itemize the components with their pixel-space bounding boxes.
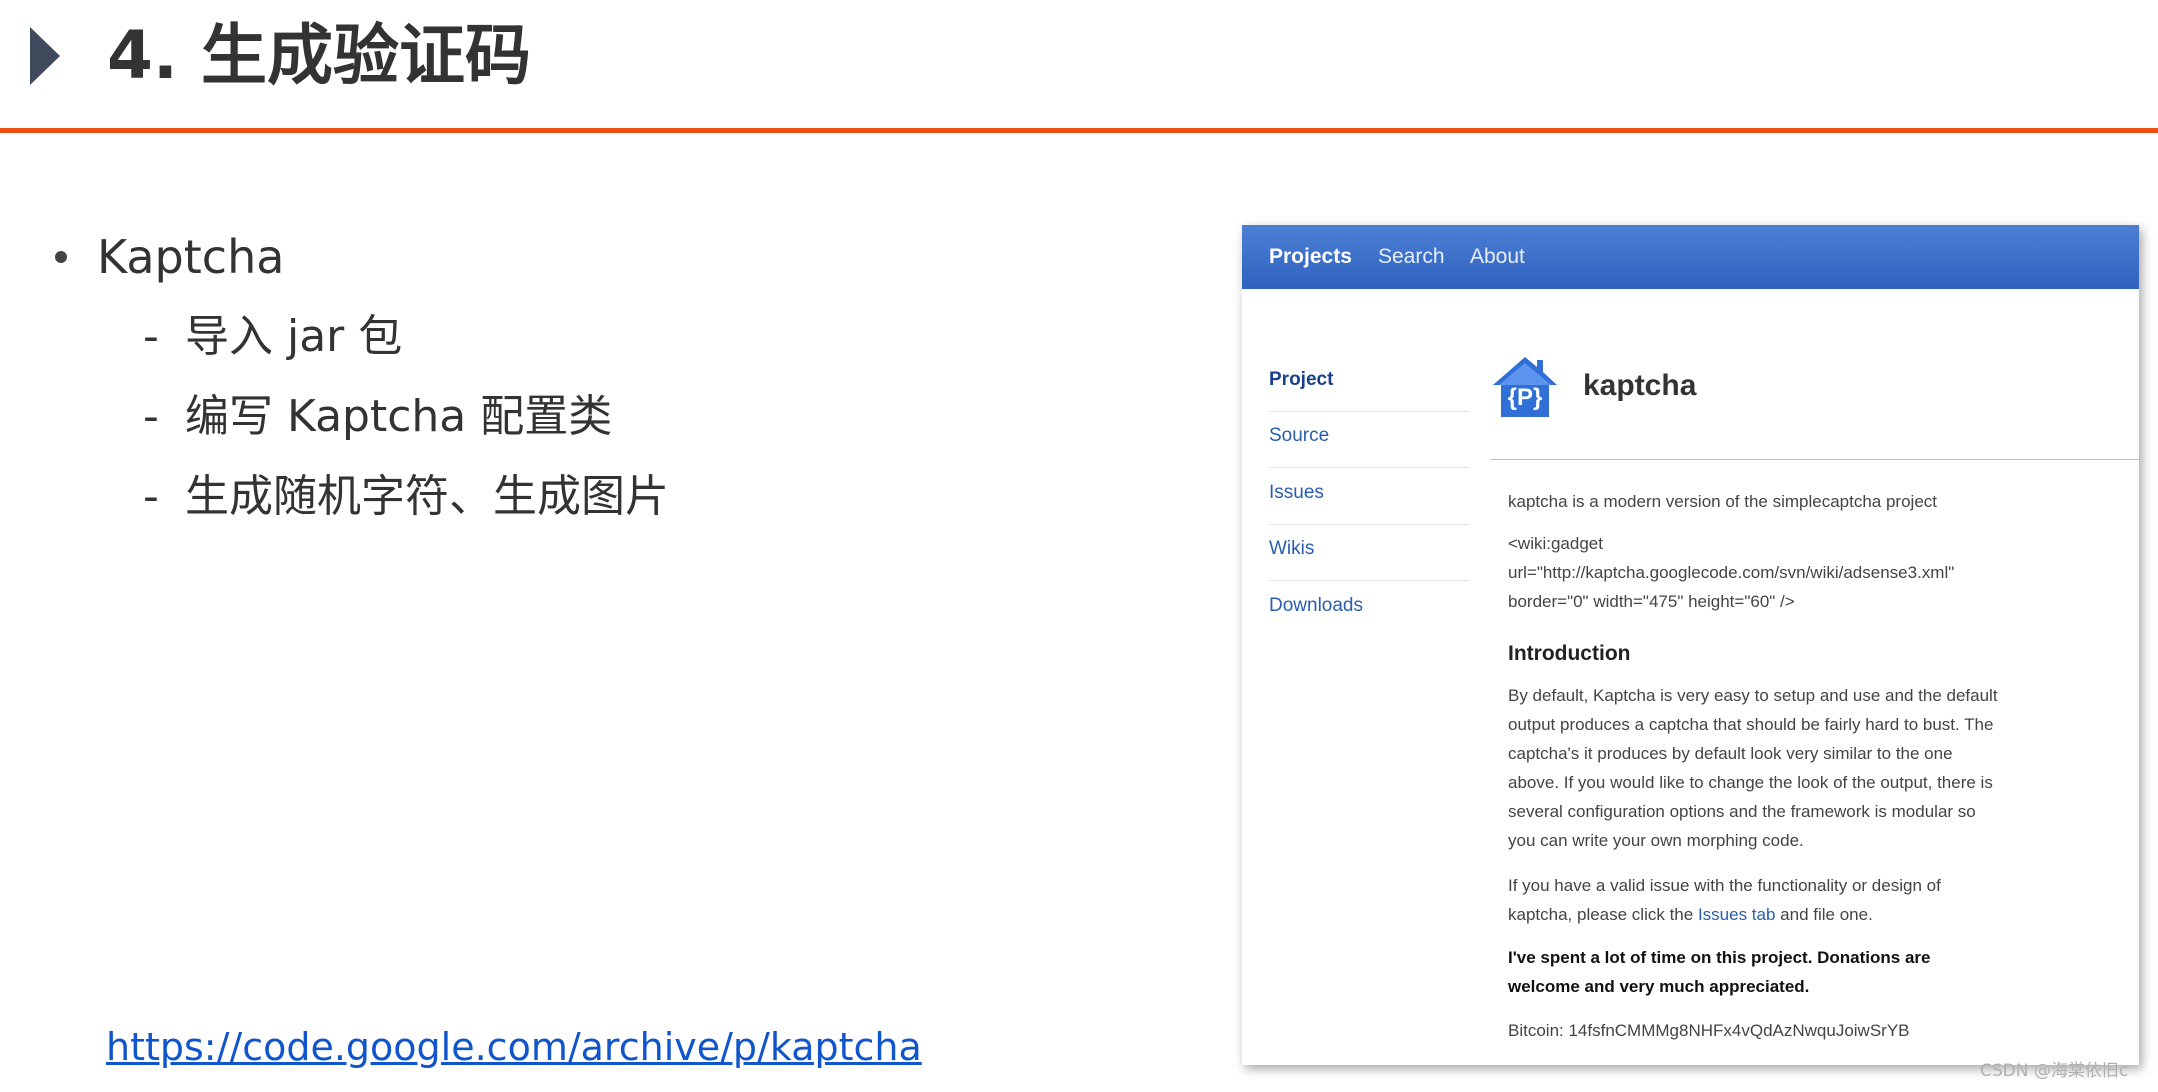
issues-paragraph: If you have a valid issue with the funct… [1508, 871, 2098, 929]
issue-line-pre: kaptcha, please click the [1508, 905, 1698, 924]
issues-tab-link[interactable]: Issues tab [1698, 905, 1776, 924]
intro-line: captcha's it produces by default look ve… [1508, 744, 1953, 763]
sub-item-config-class: 编写 Kaptcha 配置类 [185, 391, 613, 442]
intro-line: output produces a captcha that should be… [1508, 715, 1994, 734]
nav-search[interactable]: Search [1378, 243, 1445, 271]
slide-title: 4. 生成验证码 [107, 17, 531, 94]
issue-line: kaptcha, please click the Issues tab and… [1508, 900, 2098, 929]
top-navbar: Projects Search About [1242, 225, 2139, 289]
title-divider [0, 128, 2158, 133]
sub-item-dash: - [143, 311, 159, 362]
intro-line: By default, Kaptcha is very easy to setu… [1508, 686, 1998, 705]
project-logo-icon: {P} [1493, 357, 1557, 417]
sub-item-import-jar: 导入 jar 包 [185, 311, 403, 362]
sidebar-item-issues[interactable]: Issues [1269, 469, 1469, 525]
issue-line-post: and file one. [1775, 905, 1873, 924]
nav-about[interactable]: About [1470, 243, 1525, 271]
bitcoin-address: Bitcoin: 14fsfnCMMMg8NHFx4vQdAzNwquJoiwS… [1508, 1021, 1910, 1040]
sidebar-item-project[interactable]: Project [1269, 356, 1469, 412]
intro-line: several configuration options and the fr… [1508, 802, 1976, 821]
donation-note: I've spent a lot of time on this project… [1508, 943, 2098, 1001]
intro-line: you can write your own morphing code. [1508, 831, 1804, 850]
introduction-paragraph: By default, Kaptcha is very easy to setu… [1508, 681, 2098, 855]
donate-line: welcome and very much appreciated. [1508, 977, 1810, 996]
csdn-watermark: CSDN @海棠依旧c [1980, 1061, 2129, 1081]
gadget-line: url="http://kaptcha.googlecode.com/svn/w… [1508, 563, 1955, 582]
sidebar-item-source[interactable]: Source [1269, 412, 1469, 468]
sidebar-item-downloads[interactable]: Downloads [1269, 582, 1469, 638]
gadget-line: <wiki:gadget [1508, 534, 1603, 553]
bullet-dot-icon [55, 251, 67, 263]
sub-item-dash: - [143, 471, 159, 522]
issue-line: If you have a valid issue with the funct… [1508, 876, 1941, 895]
donate-line: I've spent a lot of time on this project… [1508, 948, 1931, 967]
intro-line: above. If you would like to change the l… [1508, 773, 1993, 792]
project-summary: kaptcha is a modern version of the simpl… [1508, 492, 1938, 511]
project-name: kaptcha [1583, 369, 1697, 402]
bullet-kaptcha: Kaptcha [97, 230, 285, 284]
introduction-heading: Introduction [1508, 642, 1631, 665]
sub-item-generate: 生成随机字符、生成图片 [185, 471, 669, 522]
title-arrow-icon [30, 27, 60, 85]
project-header-divider [1491, 459, 2139, 460]
wiki-gadget-code: <wiki:gadget url="http://kaptcha.googlec… [1508, 529, 2098, 616]
kaptcha-project-screenshot: Projects Search About Project Source Iss… [1242, 225, 2139, 1065]
gadget-line: border="0" width="475" height="60" /> [1508, 592, 1795, 611]
logo-text: {P} [1508, 384, 1543, 411]
sidebar-item-wikis[interactable]: Wikis [1269, 525, 1469, 581]
nav-projects[interactable]: Projects [1269, 243, 1352, 271]
kaptcha-archive-link[interactable]: https://code.google.com/archive/p/kaptch… [106, 1020, 922, 1074]
sub-item-dash: - [143, 391, 159, 442]
